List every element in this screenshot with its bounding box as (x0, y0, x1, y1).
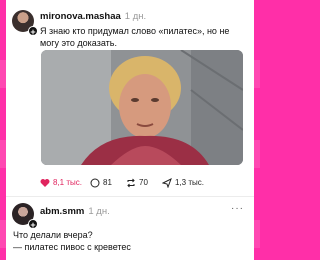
post-text: Что делали вчера? — пилатес пивос с крев… (13, 230, 253, 253)
post-text-line: — пилатес пивос с креветес (13, 241, 131, 252)
post-text-line: Что делали вчера? (13, 230, 93, 240)
thread-post: + mironova.mashaa 1 дн. Я знаю кто придум… (6, 0, 254, 196)
username[interactable]: mironova.mashaa (40, 11, 121, 22)
thread-post: + abm.smm 1 дн. ··· Что делали вчера? — п… (6, 196, 254, 260)
photo-illustration (41, 50, 243, 165)
repost-button[interactable]: 70 (126, 176, 156, 190)
post-image[interactable] (41, 50, 243, 165)
reposts-count: 70 (139, 178, 148, 187)
comments-count: 81 (103, 178, 112, 187)
heart-icon (40, 179, 50, 187)
post-text: Я знаю кто придумал слово «пилатес», но … (40, 26, 230, 48)
likes-count: 8,1 тыс. (53, 178, 82, 187)
send-icon (162, 178, 172, 188)
follow-plus-icon[interactable]: + (28, 26, 38, 37)
shares-count: 1,3 тыс. (175, 178, 204, 187)
post-meta: abm.smm 1 дн. (40, 206, 110, 217)
post-time: 1 дн. (124, 11, 147, 22)
follow-plus-icon[interactable]: + (28, 219, 38, 230)
post-time: 1 дн. (88, 206, 110, 217)
comment-button[interactable]: 81 (90, 176, 120, 190)
post-meta: mironova.mashaa 1 дн. (40, 11, 146, 22)
share-button[interactable]: 1,3 тыс. (162, 176, 212, 190)
feed-card: + mironova.mashaa 1 дн. Я знаю кто придум… (6, 0, 254, 260)
more-icon[interactable]: ··· (231, 203, 244, 214)
username[interactable]: abm.smm (40, 206, 84, 217)
like-button[interactable]: 8,1 тыс. (40, 176, 90, 190)
comment-icon (90, 178, 100, 188)
repost-icon (127, 178, 135, 188)
